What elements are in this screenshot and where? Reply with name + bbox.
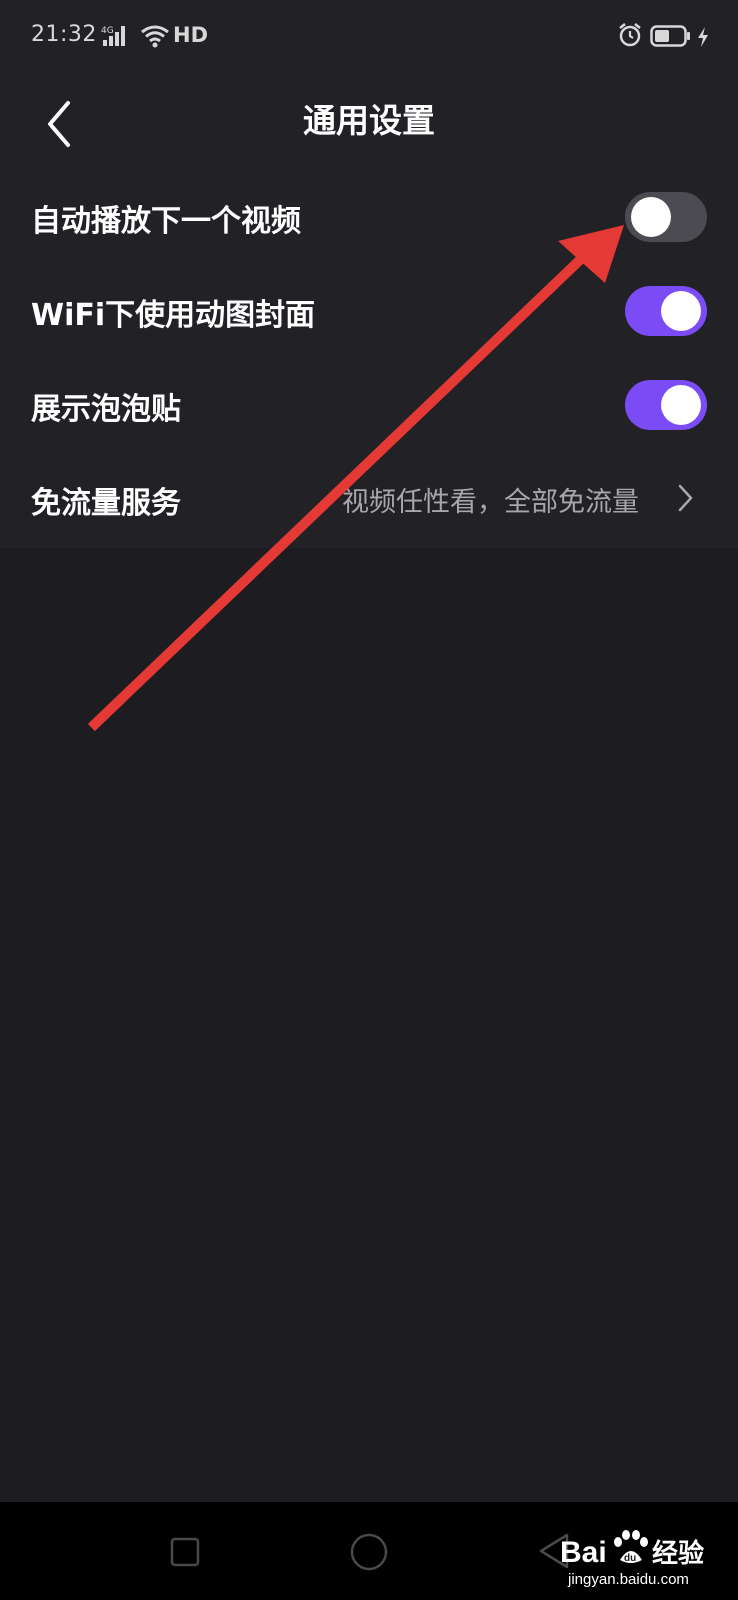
alarm-icon	[617, 22, 643, 52]
autoplay-toggle[interactable]	[625, 192, 707, 242]
svg-text:经验: 经验	[652, 1538, 704, 1569]
network-type-label: 4G	[101, 26, 114, 36]
bubble-stickers-toggle[interactable]	[625, 380, 707, 430]
setting-label-data-free: 免流量服务	[31, 486, 181, 521]
app-screen: 21:32 4G HD 通用设置 自动播放下一个视频 WiFi下使用动图封面 展…	[0, 0, 738, 1600]
setting-row-data-free[interactable]: 免流量服务 视频任性看，全部免流量	[0, 452, 738, 546]
page-title: 通用设置	[303, 101, 435, 140]
chevron-right-icon	[675, 482, 695, 518]
setting-label-autoplay: 自动播放下一个视频	[31, 204, 301, 239]
setting-row-bubble-stickers[interactable]: 展示泡泡贴	[0, 358, 738, 452]
settings-list: 自动播放下一个视频 WiFi下使用动图封面 展示泡泡贴 免流量服务 视频任性看，…	[0, 170, 738, 548]
setting-row-autoplay[interactable]: 自动播放下一个视频	[0, 170, 738, 264]
status-time: 21:32	[31, 22, 97, 47]
wifi-icon	[140, 24, 170, 52]
watermark-domain: jingyan.baidu.com	[568, 1571, 689, 1588]
svg-text:Bai: Bai	[560, 1536, 607, 1569]
status-bar: 21:32 4G HD	[0, 0, 738, 76]
setting-label-bubble-stickers: 展示泡泡贴	[31, 392, 181, 427]
toggle-knob	[631, 197, 671, 237]
battery-icon	[650, 25, 692, 51]
charging-icon	[696, 26, 710, 52]
wifi-cover-toggle[interactable]	[625, 286, 707, 336]
status-hd: HD	[173, 23, 209, 47]
setting-label-wifi-cover: WiFi下使用动图封面	[31, 298, 316, 333]
svg-text:du: du	[624, 1553, 636, 1564]
header: 通用设置	[0, 76, 738, 176]
home-circle-icon	[350, 1533, 388, 1571]
home-button[interactable]	[350, 1533, 388, 1575]
setting-row-wifi-cover[interactable]: WiFi下使用动图封面	[0, 264, 738, 358]
toggle-knob	[661, 291, 701, 331]
setting-value-data-free: 视频任性看，全部免流量	[342, 487, 639, 518]
recents-square-icon	[170, 1537, 200, 1567]
cellular-signal-icon: 4G	[101, 24, 133, 52]
recents-button[interactable]	[170, 1537, 200, 1571]
toggle-knob	[661, 385, 701, 425]
